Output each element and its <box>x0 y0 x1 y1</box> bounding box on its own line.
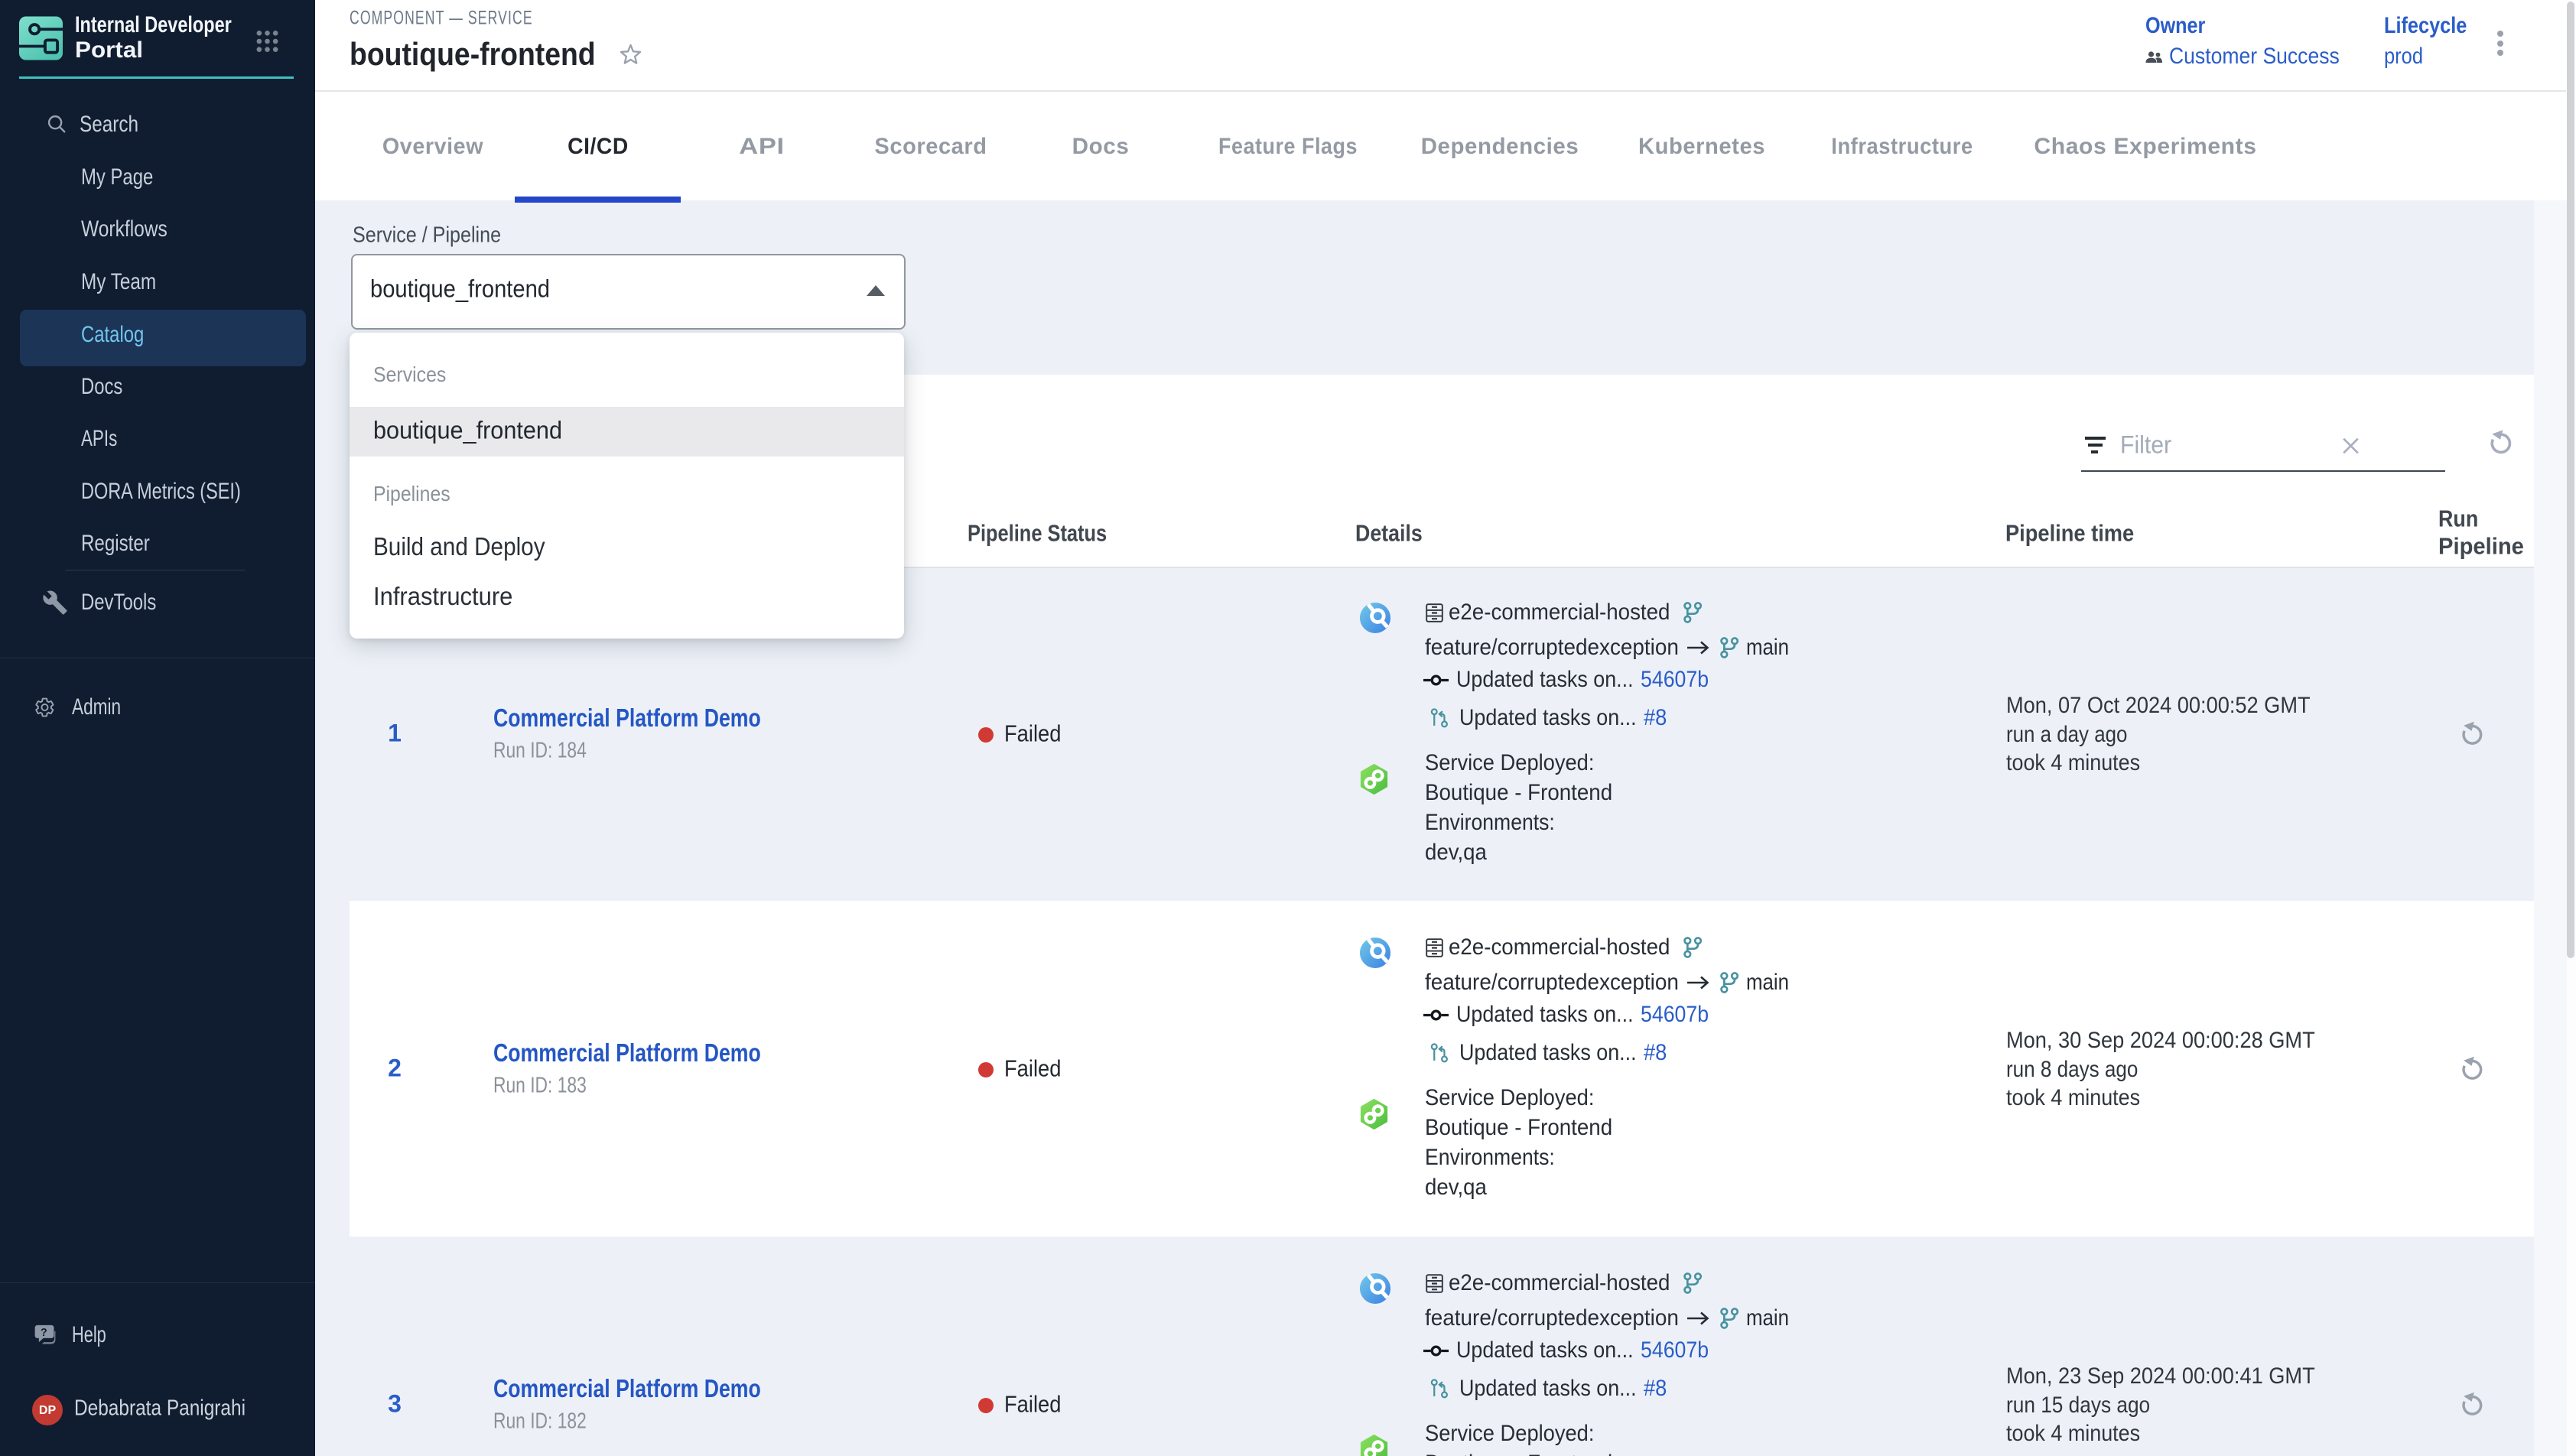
svg-text:?: ? <box>41 1327 47 1339</box>
